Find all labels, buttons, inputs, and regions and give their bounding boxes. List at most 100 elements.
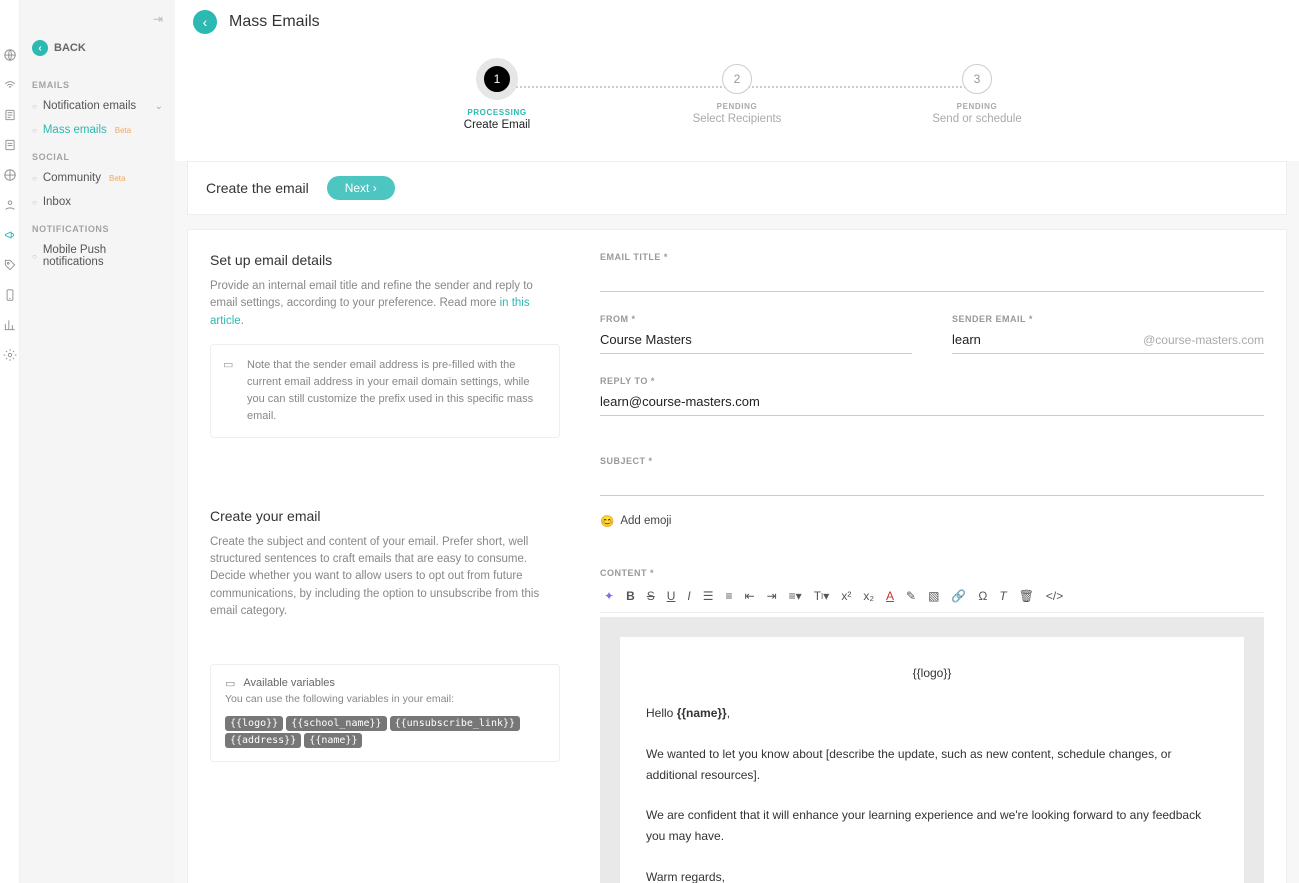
- icon-rail: [0, 0, 20, 883]
- step-status: PENDING: [717, 102, 758, 111]
- step-status: PENDING: [957, 102, 998, 111]
- symbol-icon[interactable]: Ω: [978, 588, 987, 604]
- code-icon[interactable]: </>: [1046, 588, 1063, 604]
- email-title-label: EMAIL TITLE *: [600, 252, 1264, 262]
- body-p2: We are confident that it will enhance yo…: [646, 805, 1218, 846]
- collapse-icon[interactable]: ⇥: [20, 12, 175, 34]
- gear-icon[interactable]: [3, 348, 17, 362]
- step-1[interactable]: 1 PROCESSING Create Email: [427, 64, 567, 131]
- panel-header: Create the email Next ›: [187, 161, 1287, 215]
- italic-icon[interactable]: I: [687, 588, 690, 604]
- stepper: 1 PROCESSING Create Email 2 PENDING Sele…: [175, 44, 1299, 161]
- reply-to-input[interactable]: [600, 390, 1264, 416]
- back-label: BACK: [54, 42, 86, 54]
- vars-desc: You can use the following variables in y…: [225, 693, 545, 705]
- step-number: 1: [476, 58, 518, 100]
- step-number: 2: [722, 64, 752, 94]
- mobile-icon[interactable]: [3, 288, 17, 302]
- sender-email-input[interactable]: [952, 328, 1143, 353]
- sidebar: ⇥ ‹ BACK EMAILS ○Notification emails⌄ ○M…: [20, 0, 175, 883]
- chevron-down-icon: ⌄: [155, 101, 163, 112]
- step-label: Select Recipients: [693, 113, 782, 125]
- var-tag[interactable]: {{unsubscribe_link}}: [390, 716, 520, 731]
- sidebar-item-inbox[interactable]: ○Inbox: [20, 190, 175, 214]
- logo-placeholder: {{logo}}: [646, 663, 1218, 683]
- highlight-icon[interactable]: ✎: [906, 588, 916, 604]
- ul-icon[interactable]: ☰: [703, 588, 714, 604]
- header-back-button[interactable]: ‹: [193, 10, 217, 34]
- page-title: Mass Emails: [229, 13, 320, 31]
- textsize-icon[interactable]: TI▾: [814, 588, 830, 604]
- tag-icon[interactable]: [3, 258, 17, 272]
- user-icon[interactable]: [3, 198, 17, 212]
- nav-section-social: SOCIAL: [20, 142, 175, 166]
- sidebar-item-push[interactable]: ○Mobile Push notifications: [20, 238, 175, 274]
- wifi-icon[interactable]: [3, 78, 17, 92]
- underline-icon[interactable]: U: [667, 588, 676, 604]
- network-icon[interactable]: [3, 168, 17, 182]
- subject-input[interactable]: [600, 470, 1264, 496]
- main: ‹ Mass Emails 1 PROCESSING Create Email …: [175, 0, 1299, 883]
- globe-icon[interactable]: [3, 48, 17, 62]
- strike-icon[interactable]: S: [647, 588, 655, 604]
- var-tag[interactable]: {{address}}: [225, 733, 301, 748]
- textcolor-icon[interactable]: A: [886, 588, 894, 604]
- reply-to-label: REPLY TO *: [600, 376, 1264, 386]
- bold-icon[interactable]: B: [626, 588, 635, 604]
- superscript-icon[interactable]: x²: [841, 588, 851, 604]
- ol-icon[interactable]: ≡: [726, 588, 733, 604]
- outdent-icon[interactable]: ⇤: [745, 588, 755, 604]
- body-p1: We wanted to let you know about [describ…: [646, 744, 1218, 785]
- var-tag[interactable]: {{name}}: [304, 733, 362, 748]
- page-icon[interactable]: [3, 108, 17, 122]
- add-emoji-button[interactable]: 😊 Add emoji: [600, 514, 1264, 528]
- vars-title: Available variables: [243, 677, 335, 689]
- info-icon: ▭: [225, 677, 235, 693]
- variables-box: ▭ Available variables You can use the fol…: [210, 664, 560, 762]
- create-desc: Create the subject and content of your e…: [210, 534, 560, 620]
- step-2[interactable]: 2 PENDING Select Recipients: [667, 64, 807, 125]
- nav-section-notifications: NOTIFICATIONS: [20, 214, 175, 238]
- step-number: 3: [962, 64, 992, 94]
- from-input[interactable]: [600, 328, 912, 354]
- back-button[interactable]: ‹ BACK: [20, 34, 175, 70]
- panel-title: Create the email: [206, 180, 309, 196]
- create-title: Create your email: [210, 508, 560, 524]
- editor-body[interactable]: {{logo}} Hello {{name}}, We wanted to le…: [620, 637, 1244, 883]
- nav-section-emails: EMAILS: [20, 70, 175, 94]
- email-title-input[interactable]: [600, 266, 1264, 292]
- chart-icon[interactable]: [3, 318, 17, 332]
- subscript-icon[interactable]: x₂: [863, 588, 874, 604]
- details-title: Set up email details: [210, 252, 560, 268]
- ai-sparkle-icon[interactable]: ✦: [604, 588, 614, 604]
- var-tag[interactable]: {{school_name}}: [286, 716, 386, 731]
- info-note: ▭ Note that the sender email address is …: [210, 344, 560, 438]
- step-3[interactable]: 3 PENDING Send or schedule: [907, 64, 1047, 125]
- link-icon[interactable]: 🔗: [951, 588, 966, 604]
- editor-toolbar: ✦ B S U I ☰ ≡ ⇤ ⇥ ≡▾ TI▾ x² x₂ A: [600, 582, 1264, 613]
- step-label: Create Email: [464, 119, 530, 131]
- subject-label: SUBJECT *: [600, 456, 1264, 466]
- var-tag[interactable]: {{logo}}: [225, 716, 283, 731]
- body-regards: Warm regards,: [646, 867, 1218, 883]
- trash-icon[interactable]: 🗑: [1019, 588, 1034, 604]
- next-button[interactable]: Next ›: [327, 176, 395, 200]
- editor-frame: {{logo}} Hello {{name}}, We wanted to le…: [600, 617, 1264, 883]
- form-icon[interactable]: [3, 138, 17, 152]
- image-icon[interactable]: ▧: [928, 588, 939, 604]
- sender-email-label: SENDER EMAIL *: [952, 314, 1264, 324]
- indent-icon[interactable]: ⇥: [767, 588, 777, 604]
- align-icon[interactable]: ≡▾: [789, 588, 802, 604]
- step-label: Send or schedule: [932, 113, 1022, 125]
- content-label: CONTENT *: [600, 568, 1264, 578]
- header: ‹ Mass Emails: [175, 0, 1299, 44]
- clear-icon[interactable]: T: [999, 588, 1006, 604]
- details-desc: Provide an internal email title and refi…: [210, 278, 560, 330]
- sidebar-item-mass-emails[interactable]: ○Mass emails Beta: [20, 118, 175, 142]
- megaphone-icon[interactable]: [3, 228, 17, 242]
- step-status: PROCESSING: [467, 108, 526, 117]
- sidebar-item-notification-emails[interactable]: ○Notification emails⌄: [20, 94, 175, 118]
- sidebar-item-community[interactable]: ○Community Beta: [20, 166, 175, 190]
- from-label: FROM *: [600, 314, 912, 324]
- emoji-icon: 😊: [600, 514, 614, 528]
